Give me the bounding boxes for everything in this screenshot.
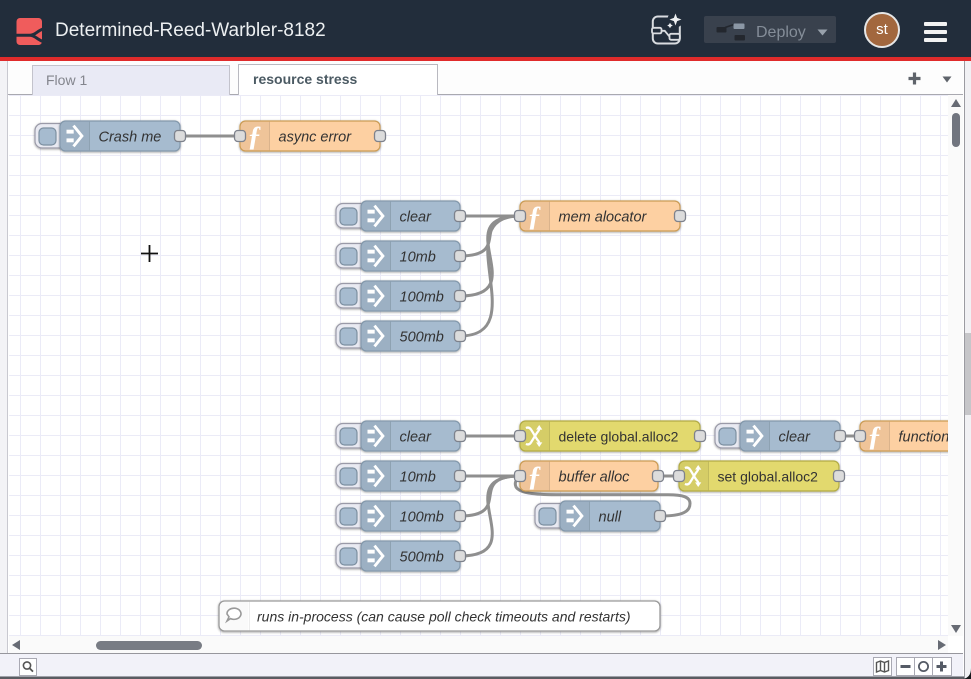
svg-text:ƒ: ƒ xyxy=(868,422,882,453)
svg-text:async error: async error xyxy=(279,129,353,145)
svg-text:500mb: 500mb xyxy=(400,549,444,565)
svg-text:buffer alloc: buffer alloc xyxy=(559,469,631,485)
svg-text:function: function xyxy=(899,429,949,445)
svg-text:clear: clear xyxy=(400,209,433,225)
svg-text:clear: clear xyxy=(779,429,812,445)
svg-text:10mb: 10mb xyxy=(400,469,436,485)
svg-text:100mb: 100mb xyxy=(400,509,444,525)
svg-text:ƒ: ƒ xyxy=(528,202,542,233)
svg-text:set global.alloc2: set global.alloc2 xyxy=(718,468,819,484)
svg-text:null: null xyxy=(599,509,622,525)
svg-text:10mb: 10mb xyxy=(400,249,436,265)
svg-text:ƒ: ƒ xyxy=(248,122,262,153)
svg-text:Crash me: Crash me xyxy=(99,129,162,145)
svg-text:500mb: 500mb xyxy=(400,329,444,345)
svg-text:mem alocator: mem alocator xyxy=(559,209,648,225)
svg-text:runs in-process (can cause pol: runs in-process (can cause poll check ti… xyxy=(257,608,631,624)
svg-text:ƒ: ƒ xyxy=(528,462,542,493)
svg-text:100mb: 100mb xyxy=(400,289,444,305)
svg-text:clear: clear xyxy=(400,429,433,445)
svg-text:delete global.alloc2: delete global.alloc2 xyxy=(559,428,679,444)
